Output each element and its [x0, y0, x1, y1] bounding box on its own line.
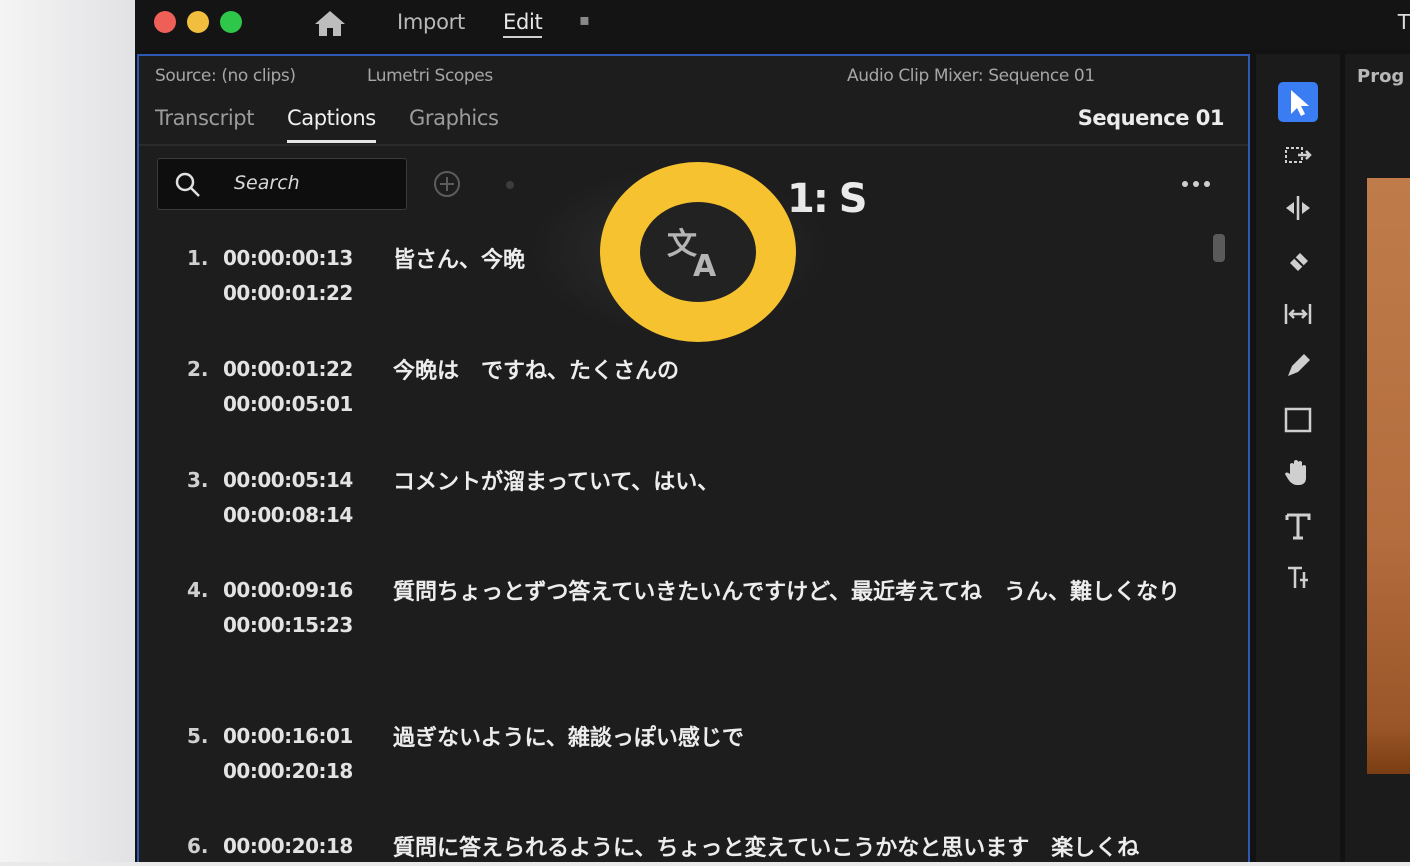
program-monitor-panel: Prog [1345, 54, 1410, 862]
caption-index: 3. [187, 468, 209, 492]
caption-out-time[interactable]: 00:00:05:01 [223, 392, 353, 416]
source-monitor-tab[interactable]: Source: (no clips) [155, 66, 296, 86]
tab-graphics[interactable]: Graphics [409, 106, 499, 130]
rectangle-tool-icon[interactable] [1278, 400, 1318, 440]
caption-in-time[interactable]: 00:00:01:22 [223, 357, 353, 381]
caption-text[interactable]: 過ぎないように、雑談っぽい感じで [393, 722, 1193, 756]
premiere-window: Import Edit ▪ T Source: (no clips) Lumet… [135, 0, 1410, 862]
menu-edit[interactable]: Edit [503, 10, 543, 38]
caption-text[interactable]: 今晩は ですね、たくさんの [393, 355, 1193, 389]
tools-panel [1256, 54, 1340, 862]
caption-index: 6. [187, 834, 209, 858]
zoom-window-button[interactable] [220, 11, 242, 33]
type-tool-icon[interactable] [1278, 506, 1318, 546]
panel-header: Source: (no clips) Lumetri Scopes Audio … [139, 56, 1248, 96]
minimize-window-button[interactable] [187, 11, 209, 33]
caption-in-time[interactable]: 00:00:20:18 [223, 834, 353, 858]
caption-out-time[interactable]: 00:00:01:22 [223, 281, 353, 305]
title-bar: Import Edit ▪ T [135, 0, 1410, 50]
menu-more[interactable]: ▪ [579, 10, 590, 29]
search-icon [175, 172, 200, 197]
track-select-tool-icon[interactable] [1278, 136, 1318, 176]
ripple-edit-tool-icon[interactable] [1278, 188, 1318, 228]
caption-index: 4. [187, 578, 209, 602]
caption-in-time[interactable]: 00:00:16:01 [223, 724, 353, 748]
captions-panel: Source: (no clips) Lumetri Scopes Audio … [137, 54, 1250, 862]
razor-tool-icon[interactable] [1278, 241, 1318, 281]
tab-divider [139, 144, 1248, 146]
caption-list-scrollbar[interactable] [1213, 234, 1225, 262]
desktop-background [0, 0, 135, 862]
audio-clip-mixer-tab[interactable]: Audio Clip Mixer: Sequence 01 [847, 66, 1095, 86]
search-input[interactable]: Search [157, 158, 407, 210]
slip-tool-icon[interactable] [1278, 294, 1318, 334]
caption-text[interactable]: 質問に答えられるように、ちょっと変えていこうかなと思います 楽しくね [393, 832, 1193, 866]
selection-tool-icon[interactable] [1278, 82, 1318, 122]
lumetri-scopes-tab[interactable]: Lumetri Scopes [367, 66, 493, 86]
caption-index: 1. [187, 246, 209, 270]
caption-out-time[interactable]: 00:00:08:14 [223, 503, 353, 527]
caption-text[interactable]: 質問ちょっとずつ答えていきたいんですけど、最近考えてね うん、難しくなり [393, 576, 1193, 610]
program-preview-frame [1367, 178, 1410, 774]
add-circle-icon[interactable] [433, 170, 461, 198]
caption-in-time[interactable]: 00:00:00:13 [223, 246, 353, 270]
tab-transcript[interactable]: Transcript [155, 106, 254, 130]
vertical-type-tool-icon[interactable] [1278, 558, 1318, 598]
panel-tabs: Transcript Captions Graphics Sequence 01 [139, 100, 1248, 146]
caption-index: 2. [187, 357, 209, 381]
caption-in-time[interactable]: 00:00:05:14 [223, 468, 353, 492]
tab-captions[interactable]: Captions [287, 106, 376, 143]
window-title-partial: T [1397, 10, 1410, 34]
program-monitor-tab[interactable]: Prog [1357, 66, 1404, 87]
split-caption-icon[interactable] [499, 174, 521, 196]
search-placeholder: Search [234, 172, 300, 194]
caption-out-time[interactable]: 00:00:20:18 [223, 759, 353, 783]
caption-in-time[interactable]: 00:00:09:16 [223, 578, 353, 602]
pen-tool-icon[interactable] [1278, 346, 1318, 386]
caption-out-time[interactable]: 00:00:15:23 [223, 613, 353, 637]
menu-import[interactable]: Import [397, 10, 465, 34]
translate-icon[interactable]: 文 A [665, 224, 727, 280]
close-window-button[interactable] [154, 11, 176, 33]
caption-text[interactable]: コメントが溜まっていて、はい、 [393, 466, 1193, 500]
svg-text:A: A [693, 249, 717, 280]
more-horizontal-icon[interactable] [1179, 174, 1213, 194]
hand-tool-icon[interactable] [1278, 452, 1318, 492]
sequence-title: Sequence 01 [1077, 106, 1225, 130]
home-icon[interactable] [313, 9, 347, 37]
caption-index: 5. [187, 724, 209, 748]
